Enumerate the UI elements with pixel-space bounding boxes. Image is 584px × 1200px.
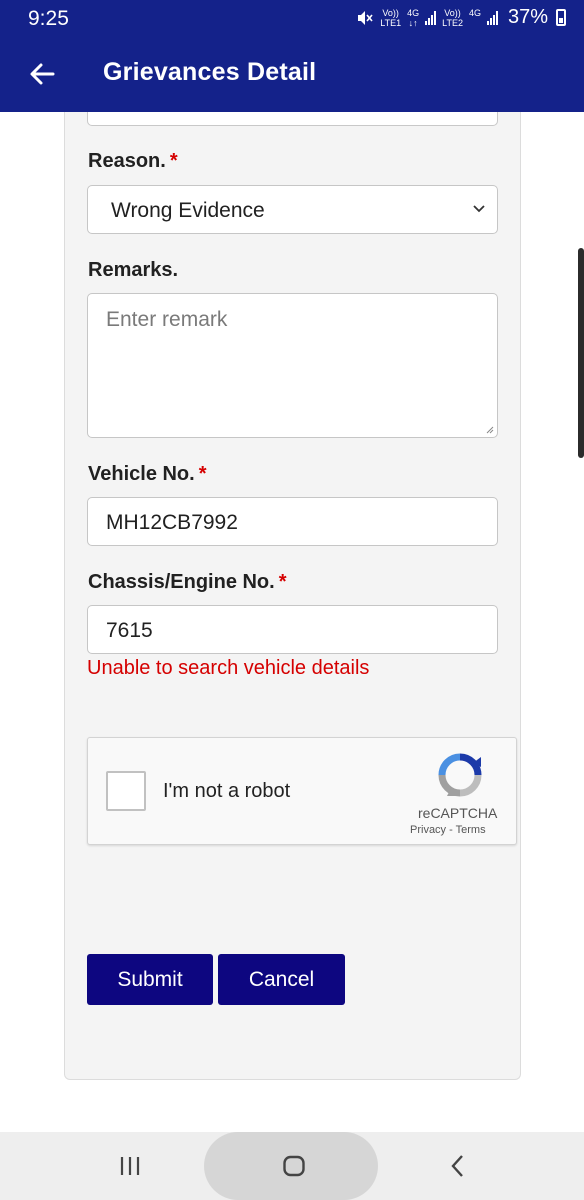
sim2-label: Vo)) LTE2 bbox=[442, 8, 463, 28]
remarks-placeholder: Enter remark bbox=[106, 308, 228, 331]
recaptcha-label: I'm not a robot bbox=[163, 780, 291, 802]
reason-label-text: Reason. bbox=[88, 150, 166, 172]
chassis-number-value: 7615 bbox=[106, 619, 153, 642]
submit-button[interactable]: Submit bbox=[87, 954, 213, 1005]
reason-label: Reason. * bbox=[88, 150, 178, 173]
recaptcha-brand: reCAPTCHA bbox=[418, 805, 498, 821]
remarks-textarea[interactable]: Enter remark bbox=[87, 293, 498, 438]
terms-link[interactable]: Terms bbox=[456, 824, 486, 836]
remarks-label: Remarks. bbox=[88, 259, 178, 282]
required-mark: * bbox=[198, 463, 207, 485]
sim2-lte: LTE2 bbox=[442, 17, 463, 28]
remarks-label-text: Remarks. bbox=[88, 259, 179, 281]
resize-handle-icon[interactable] bbox=[486, 426, 494, 434]
back-button[interactable] bbox=[22, 54, 62, 94]
chassis-number-input[interactable]: 7615 bbox=[87, 605, 498, 654]
vehicle-label: Vehicle No. * bbox=[88, 463, 207, 486]
sim1-label: Vo)) LTE1 bbox=[380, 8, 401, 28]
app-bar: Grievances Detail bbox=[0, 36, 584, 112]
sim1-net: 4G ↓↑ bbox=[407, 8, 419, 28]
navigation-bar bbox=[0, 1132, 584, 1200]
page-title: Grievances Detail bbox=[103, 58, 317, 86]
system-back-button[interactable] bbox=[438, 1150, 478, 1182]
cancel-button[interactable]: Cancel bbox=[218, 954, 345, 1005]
recaptcha-logo-icon bbox=[438, 753, 482, 797]
status-icons: Vo)) LTE1 4G ↓↑ Vo)) LTE2 4G 37% bbox=[356, 6, 566, 29]
vehicle-label-text: Vehicle No. bbox=[88, 463, 195, 485]
sim1-volte: Vo)) bbox=[382, 7, 399, 18]
links-separator: - bbox=[449, 824, 453, 836]
signal-icon bbox=[425, 10, 437, 25]
status-bar: 9:25 Vo)) LTE1 4G ↓↑ Vo)) LTE2 4G 37% bbox=[0, 0, 584, 36]
reason-selected-value: Wrong Evidence bbox=[111, 199, 265, 222]
chassis-error-message: Unable to search vehicle details bbox=[87, 657, 370, 679]
signal-icon bbox=[486, 10, 498, 25]
sim2-volte: Vo)) bbox=[444, 7, 461, 18]
recaptcha-widget: I'm not a robot reCAPTCHA Privacy - Term… bbox=[87, 737, 517, 845]
required-mark: * bbox=[278, 571, 287, 593]
previous-field[interactable] bbox=[87, 112, 498, 126]
battery-icon bbox=[556, 9, 566, 26]
recaptcha-links: Privacy - Terms bbox=[410, 824, 486, 836]
reason-select[interactable]: Wrong Evidence bbox=[87, 185, 498, 234]
form-card bbox=[64, 112, 521, 1080]
sim2-net: 4G bbox=[469, 8, 481, 28]
status-time: 9:25 bbox=[28, 7, 69, 30]
vehicle-number-input[interactable]: MH12CB7992 bbox=[87, 497, 498, 546]
privacy-link[interactable]: Privacy bbox=[410, 824, 446, 836]
sim1-lte: LTE1 bbox=[380, 17, 402, 28]
scroll-indicator[interactable] bbox=[578, 248, 584, 458]
chevron-down-icon bbox=[473, 205, 485, 213]
battery-percent: 37% bbox=[507, 6, 548, 28]
home-button[interactable] bbox=[274, 1150, 314, 1182]
required-mark: * bbox=[169, 150, 178, 172]
sim1-net-type: 4G bbox=[407, 7, 420, 18]
arrow-left-icon bbox=[30, 63, 55, 85]
home-icon bbox=[283, 1155, 305, 1177]
chassis-label-text: Chassis/Engine No. bbox=[88, 571, 275, 593]
data-arrows-icon: ↓↑ bbox=[408, 17, 418, 28]
sim2-net-type: 4G bbox=[468, 7, 481, 18]
recent-apps-button[interactable] bbox=[110, 1150, 150, 1182]
chevron-left-icon bbox=[451, 1155, 463, 1177]
mute-icon bbox=[358, 10, 373, 25]
vehicle-number-value: MH12CB7992 bbox=[106, 511, 238, 534]
chassis-label: Chassis/Engine No. * bbox=[88, 571, 287, 594]
recaptcha-checkbox[interactable] bbox=[106, 771, 146, 811]
recent-apps-icon bbox=[120, 1157, 140, 1175]
